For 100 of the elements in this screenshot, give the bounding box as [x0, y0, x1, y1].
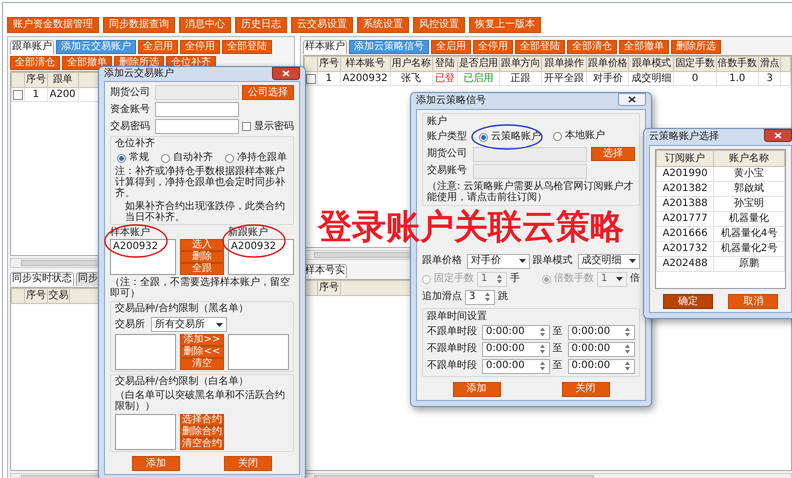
table-cell: 对手价 [586, 72, 629, 86]
list-button[interactable]: 清空 [180, 358, 224, 370]
radio-button[interactable]: 净持仓跟单 [225, 152, 287, 164]
close-button[interactable] [272, 67, 300, 80]
mode-dropdown[interactable]: 成交明细 [578, 254, 640, 268]
note-text: （注意: 云策略账户需要从鸟枪官网订阅账户才能使用，请点击前往订阅） [427, 180, 635, 202]
table-cell: A201777 [656, 212, 714, 226]
column-header: 序号 [318, 280, 340, 295]
list-button[interactable]: 删除合约 [180, 426, 224, 438]
time-field[interactable]: 0:00:00 [482, 324, 550, 340]
tab[interactable]: 跟单账户 [10, 40, 54, 54]
action-button[interactable]: 全启用 [431, 40, 471, 54]
time-field[interactable]: 0:00:00 [568, 324, 635, 340]
account-list[interactable]: A200932 [110, 239, 176, 275]
company-select-button[interactable]: 公司选择 [242, 85, 294, 100]
row-checkbox[interactable] [306, 74, 316, 84]
action-button[interactable]: 全部撤单 [619, 40, 669, 54]
list-button[interactable]: 选择合约 [180, 414, 224, 426]
input-field[interactable] [155, 119, 239, 134]
column-header: 是否启用 [457, 56, 500, 72]
toolbar-button[interactable]: 恢复上一版本 [469, 17, 541, 33]
toolbar-button[interactable]: 历史日志 [235, 17, 287, 33]
column-header: 序号 [24, 288, 48, 303]
table-cell: 机器量化2号 [714, 242, 784, 256]
list-box[interactable] [115, 414, 176, 450]
action-button[interactable]: 全部登陆 [515, 40, 565, 54]
input-field[interactable] [473, 146, 587, 162]
checkbox[interactable]: 显示密码 [242, 120, 294, 132]
toolbar-button[interactable]: 风控设置 [413, 17, 465, 33]
dialog-button[interactable]: 取消 [728, 294, 778, 309]
list-item[interactable]: A200932 [113, 241, 173, 252]
radio-button[interactable]: 常规 [117, 152, 149, 164]
toolbar-button[interactable]: 系统设置 [357, 17, 409, 33]
number-field[interactable]: 3 [465, 290, 495, 304]
action-button[interactable]: 添加云策略信号 [349, 40, 429, 54]
dialog-button[interactable]: 添加 [452, 382, 500, 396]
action-button[interactable]: 全停用 [180, 40, 220, 54]
dialog-button[interactable]: 关闭 [224, 456, 272, 471]
field-label: 交易所 [115, 318, 145, 330]
action-button[interactable]: 全部清仓 [10, 56, 60, 70]
dialog-title: 添加云策略信号 [416, 95, 486, 107]
list-item[interactable]: A200932 [231, 241, 291, 252]
close-button[interactable] [618, 93, 646, 106]
action-button[interactable]: 删除所选 [671, 40, 721, 54]
dialog-button[interactable]: 关闭 [562, 382, 610, 396]
dialog-button[interactable]: 添加 [132, 456, 180, 471]
list-button[interactable]: 选入 [180, 239, 224, 251]
tab[interactable]: 同步实时状态 [10, 272, 74, 286]
action-button[interactable]: 添加云交易账户 [56, 40, 136, 54]
time-field[interactable]: 0:00:00 [482, 342, 550, 356]
table-cell: 张飞 [390, 72, 432, 86]
list-button[interactable]: 全跟 [180, 263, 224, 275]
spin-arrows-icon [624, 326, 631, 338]
input-field[interactable] [473, 164, 587, 178]
list-button[interactable]: 清空合约 [180, 438, 224, 450]
table-cell: A201666 [656, 226, 714, 242]
list-button[interactable]: 删除 [180, 251, 224, 263]
list-button[interactable]: 删除<< [180, 346, 224, 358]
close-button[interactable] [764, 129, 792, 142]
action-button[interactable]: 全停用 [473, 40, 513, 54]
list-box[interactable] [228, 334, 289, 370]
table-cell: 原鹏 [714, 256, 784, 272]
tab[interactable]: 同步 [76, 272, 100, 286]
account-list[interactable]: A200932 [228, 239, 294, 275]
toolbar-button[interactable]: 账户资金数据管理 [7, 17, 99, 33]
input-field[interactable] [155, 85, 239, 100]
dialog-button[interactable]: 确定 [662, 294, 713, 309]
list-box[interactable] [115, 334, 176, 370]
column-header: 交易 [47, 288, 70, 303]
field-label: 期货公司 [427, 148, 468, 160]
action-button[interactable]: 全部登陆 [222, 40, 272, 54]
note-text: （白名单可以突破黑名单和不活跃合约限制）） [115, 390, 286, 412]
tab[interactable]: 样本账户 [303, 40, 347, 54]
table-cell: A201732 [656, 242, 714, 256]
tab[interactable]: 样本号实 [303, 264, 347, 278]
radio-button[interactable]: 本地账户 [553, 130, 605, 142]
status-cell: 已启用 [457, 72, 500, 86]
group-title: 交易品种/合约限制（黑名单） [115, 303, 250, 315]
radio-button[interactable]: 自动补齐 [161, 152, 213, 164]
toolbar-button[interactable]: 消息中心 [179, 17, 231, 33]
column-header: 跟单模式 [628, 56, 674, 72]
table-cell: A202488 [656, 256, 714, 272]
action-button[interactable]: 全启用 [138, 40, 178, 54]
exchange-dropdown[interactable]: 所有交易所 [151, 317, 227, 332]
price-dropdown[interactable]: 对手价 [467, 254, 530, 268]
row-checkbox[interactable] [13, 90, 23, 100]
column-header: 跟单价格 [586, 56, 629, 72]
time-field[interactable]: 0:00:00 [568, 342, 635, 356]
toolbar-button[interactable]: 同步数据查询 [103, 17, 175, 33]
column-header: 登陆 [432, 56, 458, 72]
column-header: 序号 [318, 56, 340, 72]
time-field[interactable]: 0:00:00 [482, 358, 550, 374]
input-field[interactable] [155, 102, 239, 117]
list-button[interactable]: 添加>> [180, 334, 224, 346]
table-cell: A200932 [340, 72, 390, 86]
separator-label: 至 [552, 360, 564, 372]
action-button[interactable]: 全部清仓 [567, 40, 617, 54]
toolbar-button[interactable]: 云交易设置 [291, 17, 353, 33]
time-field[interactable]: 0:00:00 [568, 358, 635, 374]
select-button[interactable]: 选择 [591, 147, 635, 161]
